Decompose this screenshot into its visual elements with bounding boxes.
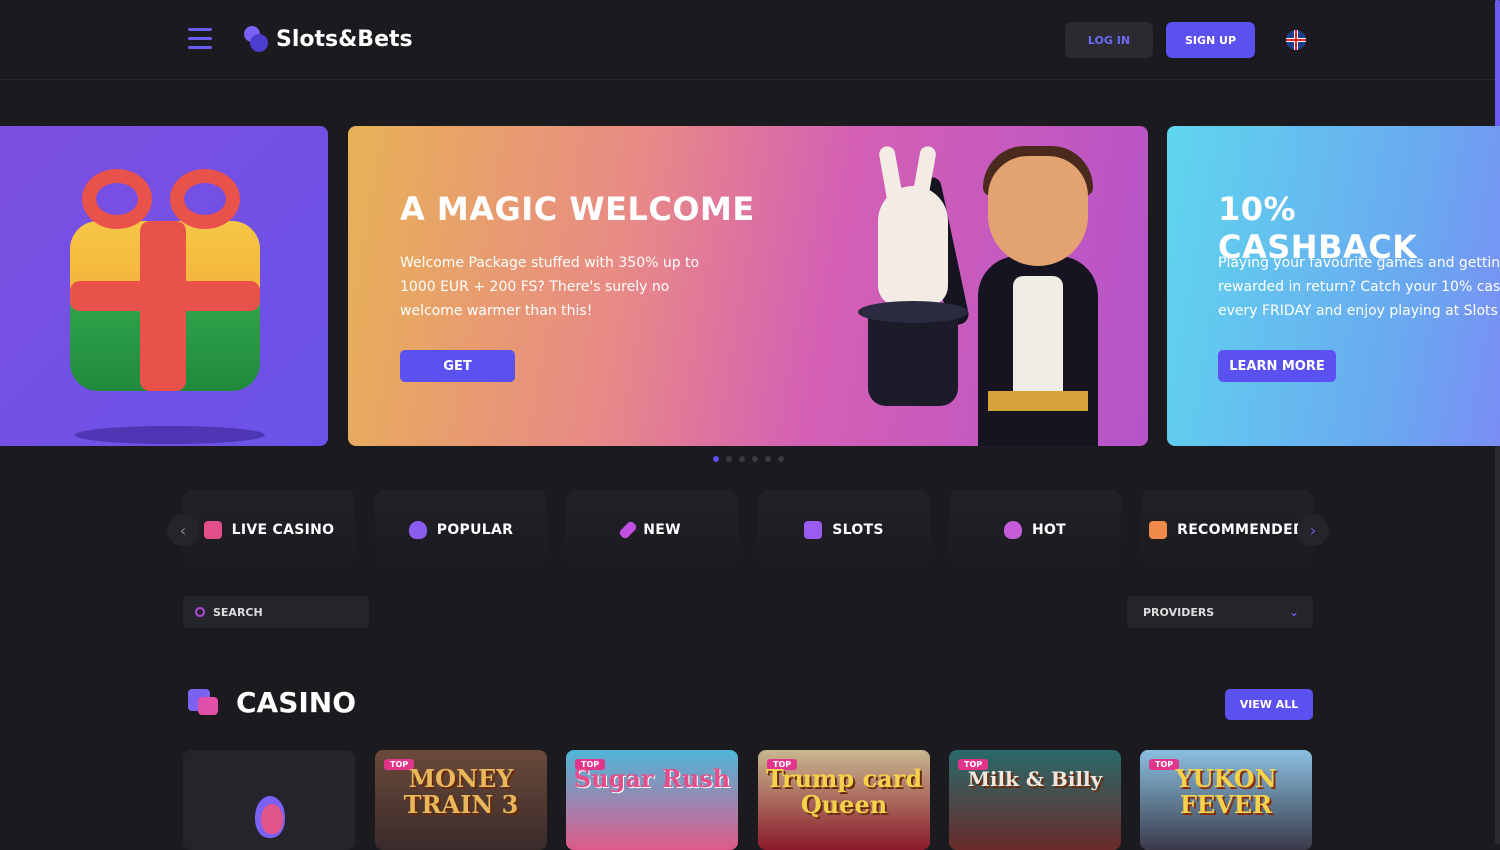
search-icon <box>195 607 205 617</box>
game-card[interactable]: TOP Trump card Queen <box>758 750 930 850</box>
game-title: YUKON FEVER <box>1175 764 1277 819</box>
carousel-dot[interactable] <box>765 456 771 462</box>
logo-mark-icon <box>242 24 268 54</box>
tab-new[interactable]: NEW <box>566 490 738 570</box>
menu-icon[interactable] <box>188 28 212 52</box>
providers-label: PROVIDERS <box>1143 605 1215 619</box>
tab-recommended[interactable]: RECOMMENDED <box>1141 490 1313 570</box>
providers-dropdown[interactable]: PROVIDERS ⌄ <box>1127 596 1313 628</box>
get-button[interactable]: GET <box>400 350 515 382</box>
chevron-left-icon[interactable]: ‹ <box>167 514 199 546</box>
tab-hot[interactable]: HOT <box>949 490 1121 570</box>
logo-text: Slots&Bets <box>276 26 413 52</box>
search-input[interactable] <box>213 605 353 619</box>
section-title: CASINO <box>236 686 357 719</box>
carousel-dot[interactable] <box>739 456 745 462</box>
uk-flag-icon[interactable] <box>1286 30 1306 50</box>
chevron-down-icon: ⌄ <box>1288 605 1299 619</box>
banner-magic-welcome[interactable]: A MAGIC WELCOME Welcome Package stuffed … <box>348 126 1148 446</box>
signup-button[interactable]: SIGN UP <box>1166 22 1255 58</box>
game-title: Milk & Billy <box>967 767 1103 791</box>
live-casino-icon <box>203 521 222 539</box>
game-title: Trump card Queen <box>765 764 923 819</box>
tab-label: LIVE CASINO <box>231 522 335 538</box>
flame-icon <box>408 521 427 539</box>
puzzle-icon <box>186 683 220 717</box>
banner-text-content: Playing your favourite games and getting… <box>1218 255 1500 319</box>
slot-machine-icon <box>804 521 823 539</box>
tab-label: NEW <box>643 522 681 538</box>
site-logo[interactable]: Slots&Bets <box>242 24 413 54</box>
search-box[interactable] <box>183 596 369 628</box>
carousel-dot[interactable] <box>752 456 758 462</box>
thumbs-up-icon <box>1149 521 1168 539</box>
carousel-dot[interactable] <box>726 456 732 462</box>
tab-label: HOT <box>1031 522 1067 538</box>
game-card[interactable]: TOP YUKON FEVER <box>1140 750 1312 850</box>
gift-icon <box>60 169 265 391</box>
flame-icon <box>251 790 287 838</box>
game-card[interactable]: TOP Sugar Rush <box>566 750 738 850</box>
carousel-dots <box>713 456 784 462</box>
tab-label: RECOMMENDED <box>1177 522 1305 538</box>
banner-text: Welcome Package stuffed with 350% up to … <box>400 255 700 319</box>
banner-text: Playing your favourite games and getting… <box>1218 251 1500 323</box>
tab-live-casino[interactable]: LIVE CASINO <box>183 490 355 570</box>
carousel-dot[interactable] <box>713 456 719 462</box>
banner-gift[interactable] <box>0 126 328 446</box>
rocket-icon <box>618 520 639 540</box>
game-title: Sugar Rush <box>573 764 731 793</box>
magician-illustration <box>838 136 1118 446</box>
banner-title: A MAGIC WELCOME <box>400 190 755 228</box>
game-card[interactable] <box>183 750 355 850</box>
gift-shadow <box>75 426 265 444</box>
chevron-right-icon[interactable]: › <box>1297 514 1329 546</box>
view-all-button[interactable]: VIEW ALL <box>1225 689 1313 720</box>
login-button[interactable]: LOG IN <box>1065 22 1153 58</box>
tab-slots[interactable]: SLOTS <box>758 490 930 570</box>
carousel-dot[interactable] <box>778 456 784 462</box>
site-header: Slots&Bets LOG IN SIGN UP <box>0 0 1500 80</box>
tab-popular[interactable]: POPULAR <box>375 490 547 570</box>
learn-more-button[interactable]: LEARN MORE <box>1218 350 1336 382</box>
tab-label: SLOTS <box>832 522 884 538</box>
hot-flame-icon <box>1003 521 1022 539</box>
banner-cashback[interactable]: 10% CASHBACK Playing your favourite game… <box>1167 126 1500 446</box>
game-card[interactable]: TOP MONEY TRAIN 3 <box>375 750 547 850</box>
game-card[interactable]: TOP Milk & Billy <box>949 750 1121 850</box>
game-title: MONEY TRAIN 3 <box>403 764 519 819</box>
tab-label: POPULAR <box>436 522 514 538</box>
